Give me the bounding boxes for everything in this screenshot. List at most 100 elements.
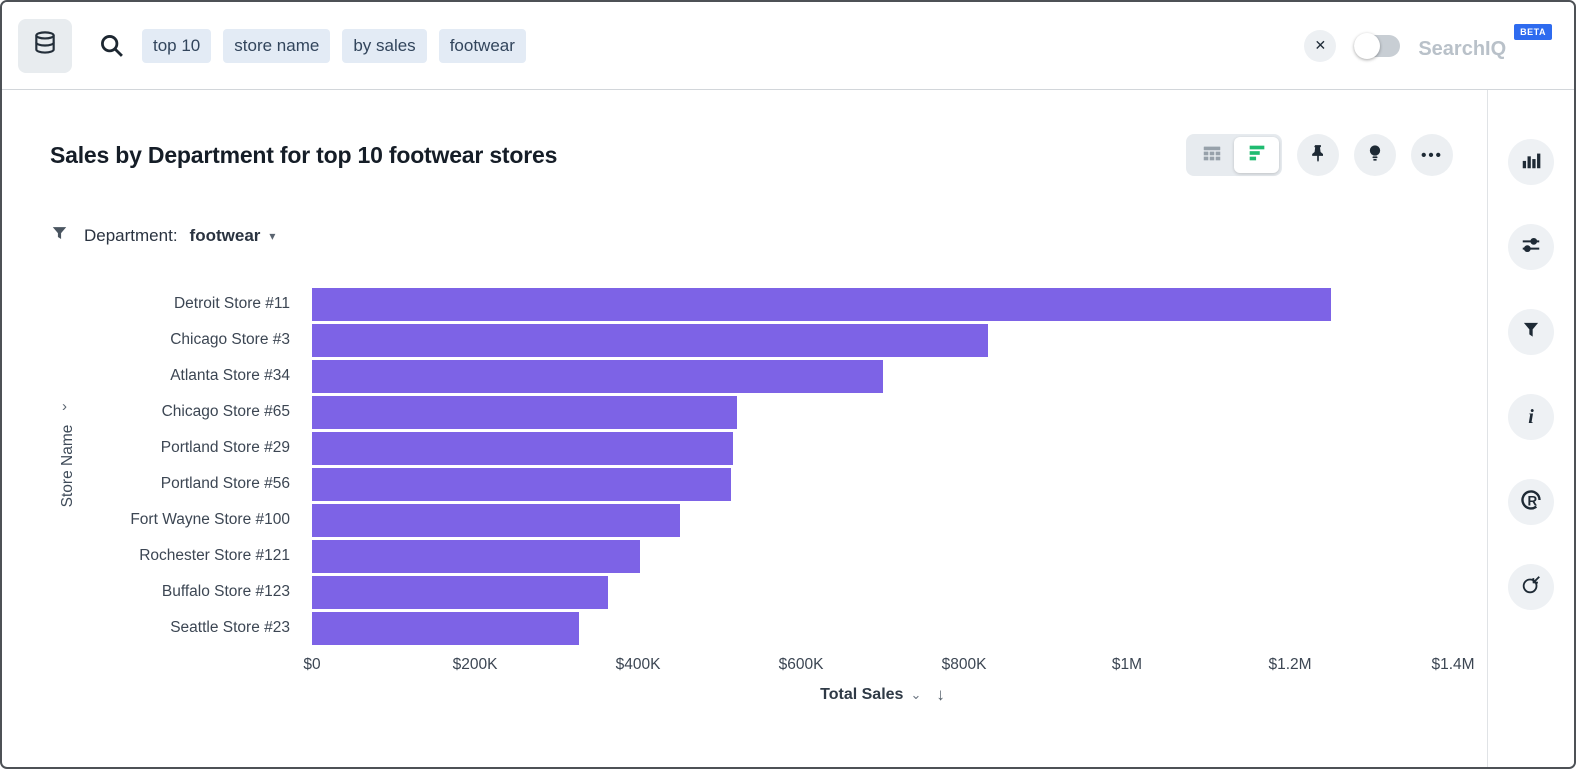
bar[interactable] [312,396,737,429]
bar[interactable] [312,576,608,609]
bar-row: Fort Wayne Store #100 [50,502,1453,538]
bar-track [312,396,1453,429]
toggle-knob [1354,33,1380,59]
x-axis-ticks: $0$200K$400K$600K$800K$1M$1.2M$1.4M [312,656,1453,676]
x-axis-caret-icon[interactable]: ⌄ [910,687,921,703]
filter-icon [1521,320,1541,345]
explore-icon [1520,574,1542,601]
answer-header: Sales by Department for top 10 footwear … [50,134,1453,176]
r-analysis-button[interactable]: R [1508,479,1554,525]
x-axis-label[interactable]: Total Sales [820,686,903,704]
table-mode-button[interactable] [1189,137,1234,173]
bar[interactable] [312,432,733,465]
sort-descending-icon[interactable]: ↓ [936,685,945,705]
chart-config-button[interactable] [1508,224,1554,270]
bar-chart: › Store Name Detroit Store #11 Chicago St… [50,286,1453,705]
clear-search-button[interactable]: ✕ [1304,30,1336,62]
x-tick-label: $200K [453,656,498,674]
chart-mode-button[interactable] [1234,137,1279,173]
page-title: Sales by Department for top 10 footwear … [50,142,557,169]
bar-track [312,360,1453,393]
close-icon: ✕ [1314,37,1326,54]
bar-row: Portland Store #56 [50,466,1453,502]
table-icon [1201,142,1223,169]
category-label: Buffalo Store #123 [50,583,312,601]
search-token[interactable]: footwear [439,29,526,63]
bar[interactable] [312,324,988,357]
bar[interactable] [312,504,680,537]
explore-button[interactable] [1508,564,1554,610]
app-window: top 10 store name by sales footwear ✕ Searc… [0,0,1576,769]
r-logo-icon: R [1519,488,1543,517]
pin-button[interactable] [1297,134,1339,176]
answer-panel: Sales by Department for top 10 footwear … [2,90,1488,769]
x-axis-label-row: Total Sales ⌄ ↓ [312,685,1453,705]
bar-track [312,576,1453,609]
filter-label: Department: [84,226,178,246]
bar-track [312,504,1453,537]
bar[interactable] [312,360,883,393]
filter-row: Department: footwear ▾ [50,224,1453,248]
answer-actions: ••• [1186,134,1453,176]
bar-track [312,612,1453,645]
bar-chart-icon [1246,142,1268,169]
x-tick-label: $1.4M [1431,656,1474,674]
x-tick-label: $400K [616,656,661,674]
bar-track [312,324,1453,357]
bar-row: Detroit Store #11 [50,286,1453,322]
bar-row: Portland Store #29 [50,430,1453,466]
category-label: Atlanta Store #34 [50,367,312,385]
info-button[interactable]: i [1508,394,1554,440]
category-label: Detroit Store #11 [50,295,312,313]
y-axis-label: Store Name [59,425,77,508]
chevron-down-icon[interactable]: ▾ [269,229,275,243]
filter-panel-button[interactable] [1508,309,1554,355]
database-icon [32,30,58,61]
bar-row: Seattle Store #23 [50,610,1453,646]
bar-track [312,468,1453,501]
bar[interactable] [312,288,1331,321]
category-label: Chicago Store #65 [50,403,312,421]
column-chart-icon [1520,149,1542,176]
search-token[interactable]: top 10 [142,29,211,63]
searchiq-toggle[interactable] [1354,35,1400,57]
bar[interactable] [312,612,579,645]
lightbulb-icon [1365,143,1385,168]
svg-text:R: R [1528,493,1538,508]
bar-row: Chicago Store #65 [50,394,1453,430]
data-source-button[interactable] [18,19,72,73]
x-tick-label: $600K [779,656,824,674]
y-axis-chevron-icon[interactable]: › [62,398,67,415]
category-label: Chicago Store #3 [50,331,312,349]
search-token[interactable]: by sales [342,29,426,63]
pin-icon [1308,143,1328,168]
x-tick-label: $1.2M [1268,656,1311,674]
bar-track [312,540,1453,573]
category-label: Portland Store #56 [50,475,312,493]
more-menu-button[interactable]: ••• [1411,134,1453,176]
insights-button[interactable] [1354,134,1396,176]
x-tick-label: $0 [303,656,320,674]
display-mode-switcher [1186,134,1282,176]
content-row: Sales by Department for top 10 footwear … [2,90,1574,769]
search-tokens: top 10 store name by sales footwear [142,29,526,63]
beta-badge: BETA [1514,24,1552,40]
bar-row: Buffalo Store #123 [50,574,1453,610]
searchiq-area: SearchIQ BETA [1418,30,1556,61]
category-label: Seattle Store #23 [50,619,312,637]
bar[interactable] [312,468,731,501]
search-bar: top 10 store name by sales footwear ✕ Searc… [2,2,1574,90]
search-input-area[interactable] [538,26,1304,66]
bar-row: Rochester Store #121 [50,538,1453,574]
filter-value[interactable]: footwear [190,226,261,246]
category-label: Portland Store #29 [50,439,312,457]
searchiq-label: SearchIQ [1418,38,1506,61]
category-label: Rochester Store #121 [50,547,312,565]
bar[interactable] [312,540,640,573]
search-icon [98,32,126,60]
bar-track [312,432,1453,465]
bar-rows: Detroit Store #11 Chicago Store #3 Atlanta… [50,286,1453,646]
bar-track [312,288,1453,321]
search-token[interactable]: store name [223,29,330,63]
chart-type-button[interactable] [1508,139,1554,185]
